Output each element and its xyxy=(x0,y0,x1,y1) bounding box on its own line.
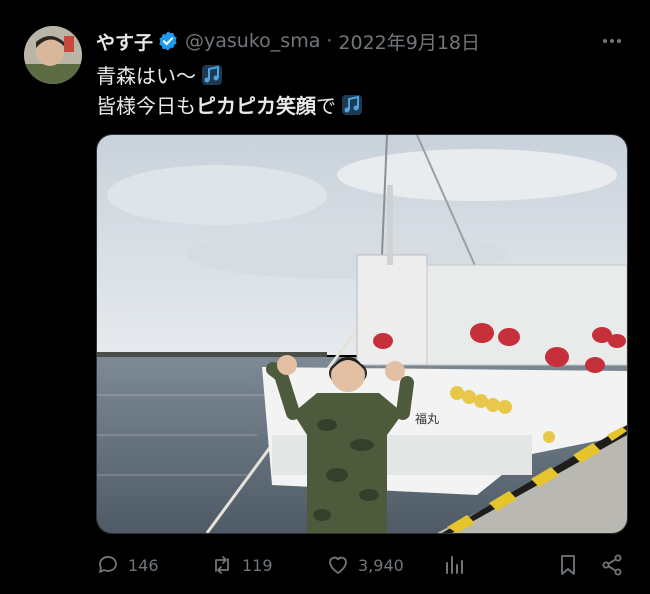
reply-button[interactable]: 146 xyxy=(96,550,159,580)
repost-count: 119 xyxy=(242,555,273,575)
repost-icon xyxy=(215,556,229,574)
reply-count: 146 xyxy=(128,555,159,575)
tweet-text-line-2: 皆様今日も ピカピカ笑顔で xyxy=(96,90,364,119)
like-icon xyxy=(329,556,347,574)
share-button[interactable] xyxy=(600,550,632,580)
boat-name-label: 福丸 xyxy=(415,411,439,426)
tweet-text: 青森はい〜 xyxy=(96,64,196,88)
tweet-text-bold: ピカピカ笑顔 xyxy=(196,94,316,118)
views-button[interactable] xyxy=(442,550,474,580)
tweet-header: やす子 @yasuko_sma · 2022年9月18日 xyxy=(96,28,626,54)
more-icon[interactable] xyxy=(600,28,624,54)
share-icon xyxy=(602,554,622,576)
user-handle[interactable]: @yasuko_sma xyxy=(185,30,320,52)
tweet-text-prefix: 皆様今日も xyxy=(96,94,196,118)
tweet-photo[interactable]: 福丸 xyxy=(96,134,628,534)
like-button[interactable]: 3,940 xyxy=(326,550,404,580)
like-count: 3,940 xyxy=(358,555,404,575)
tweet-text-line-1: 青森はい〜 xyxy=(96,60,224,89)
bookmark-button[interactable] xyxy=(556,550,588,580)
music-note-icon xyxy=(202,64,222,85)
action-bar: 146 119 3,940 xyxy=(96,550,626,580)
music-note-icon xyxy=(342,94,362,115)
avatar[interactable] xyxy=(24,26,82,84)
tweet-text-suffix: で xyxy=(316,94,336,118)
bookmark-icon xyxy=(561,555,575,575)
reply-icon xyxy=(99,556,117,573)
verified-badge-icon xyxy=(159,31,177,51)
post-date[interactable]: 2022年9月18日 xyxy=(338,28,480,55)
separator: · xyxy=(326,30,333,52)
views-icon xyxy=(446,556,463,574)
repost-button[interactable]: 119 xyxy=(210,550,273,580)
display-name[interactable]: やす子 xyxy=(96,28,153,55)
